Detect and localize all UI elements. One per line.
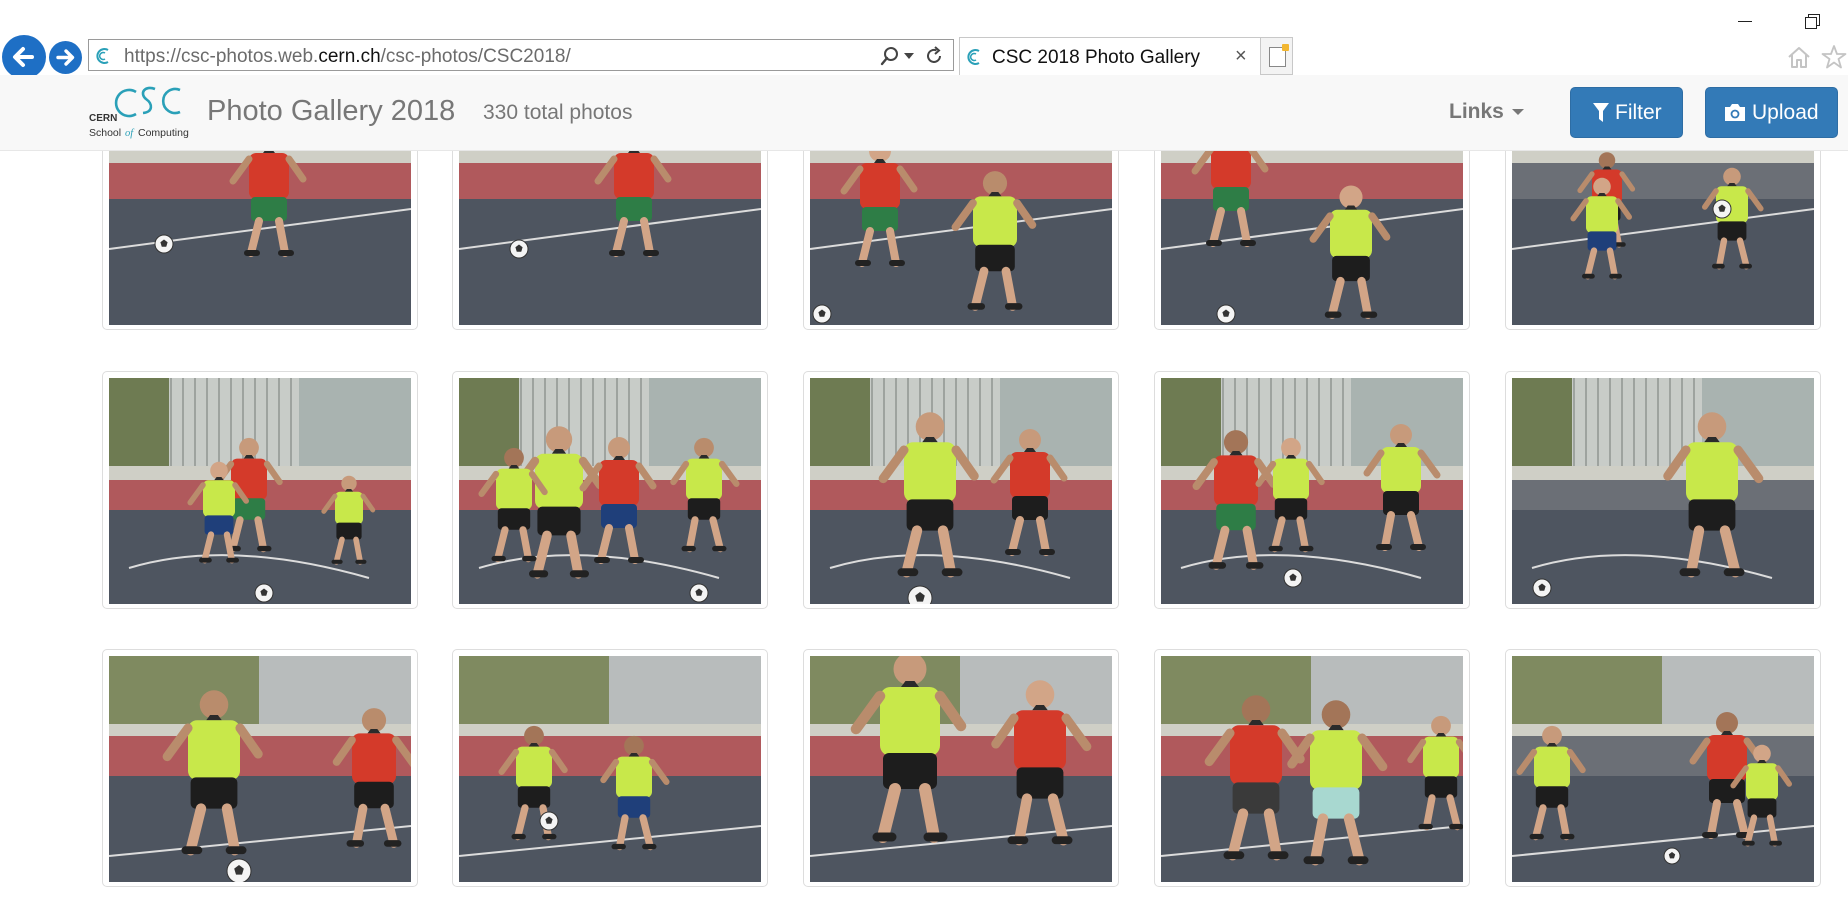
forward-button[interactable] [49, 41, 82, 74]
filter-button[interactable]: Filter [1570, 87, 1683, 138]
filter-label: Filter [1615, 101, 1662, 124]
logo-school: School [89, 127, 121, 139]
caret-down-icon [1511, 109, 1524, 116]
gallery-navbar: CERN School of Computing Photo Gallery 2… [0, 75, 1848, 151]
total-photos-count: 330 total photos [483, 101, 633, 124]
browser-tab[interactable]: CSC 2018 Photo Gallery × [959, 37, 1292, 75]
photo-thumbnail[interactable] [102, 649, 418, 887]
photo-image [459, 378, 761, 604]
photo-image [1512, 378, 1814, 604]
photo-thumbnail[interactable] [452, 371, 768, 609]
camera-icon [1725, 104, 1745, 121]
logo-computing: Computing [138, 127, 189, 139]
filter-icon [1593, 103, 1609, 122]
new-tab-icon [1269, 44, 1289, 67]
csc-favicon-icon [967, 49, 980, 65]
csc-favicon-icon [96, 48, 109, 64]
csc-logo-icon: CERN School of Computing [89, 86, 189, 139]
photo-image [459, 656, 761, 882]
photo-thumbnail[interactable] [803, 371, 1119, 609]
photo-thumbnail[interactable] [1154, 371, 1470, 609]
minimize-icon[interactable] [1735, 12, 1753, 30]
csc-logo[interactable]: CERN School of Computing [88, 81, 204, 145]
links-dropdown[interactable]: Links [1449, 100, 1524, 124]
close-tab-icon[interactable]: × [1235, 45, 1247, 68]
chevron-down-icon[interactable] [904, 53, 914, 59]
arrow-right-icon [56, 49, 75, 66]
url-prefix: https://csc-photos.web. [124, 46, 319, 67]
restore-icon[interactable] [1804, 12, 1822, 30]
url-path: /csc-photos/CSC2018/ [380, 46, 571, 67]
photo-image [109, 656, 411, 882]
photo-image [1161, 378, 1463, 604]
photo-thumbnail[interactable] [1154, 649, 1470, 887]
browser-chrome: https://csc-photos.web.cern.ch/csc-photo… [0, 0, 1848, 79]
photo-thumbnail[interactable] [452, 649, 768, 887]
page-title[interactable]: Photo Gallery 2018 [207, 95, 455, 128]
home-icon[interactable] [1785, 43, 1813, 71]
photo-thumbnail[interactable] [803, 649, 1119, 887]
photo-image [810, 656, 1112, 882]
url-text[interactable]: https://csc-photos.web.cern.ch/csc-photo… [124, 46, 571, 68]
photo-thumbnail[interactable] [1505, 649, 1821, 887]
star-icon[interactable] [1820, 43, 1848, 71]
logo-cern: CERN [89, 113, 117, 124]
photo-image [810, 378, 1112, 604]
url-domain: cern.ch [318, 46, 381, 67]
photo-image [1161, 656, 1463, 882]
arrow-left-icon [13, 47, 34, 67]
links-label: Links [1449, 100, 1504, 123]
refresh-icon[interactable] [923, 45, 945, 67]
photo-thumbnail[interactable] [102, 371, 418, 609]
logo-of: of [125, 128, 135, 139]
search-icon[interactable] [879, 45, 901, 67]
address-bar[interactable]: https://csc-photos.web.cern.ch/csc-photo… [88, 39, 954, 71]
tab-title: CSC 2018 Photo Gallery [992, 47, 1201, 68]
back-button[interactable] [2, 35, 46, 79]
new-tab-button[interactable] [1260, 37, 1293, 75]
upload-label: Upload [1752, 101, 1819, 124]
photo-thumbnail[interactable] [1505, 371, 1821, 609]
photo-image [1512, 656, 1814, 882]
upload-button[interactable]: Upload [1705, 87, 1838, 138]
photo-image [109, 378, 411, 604]
